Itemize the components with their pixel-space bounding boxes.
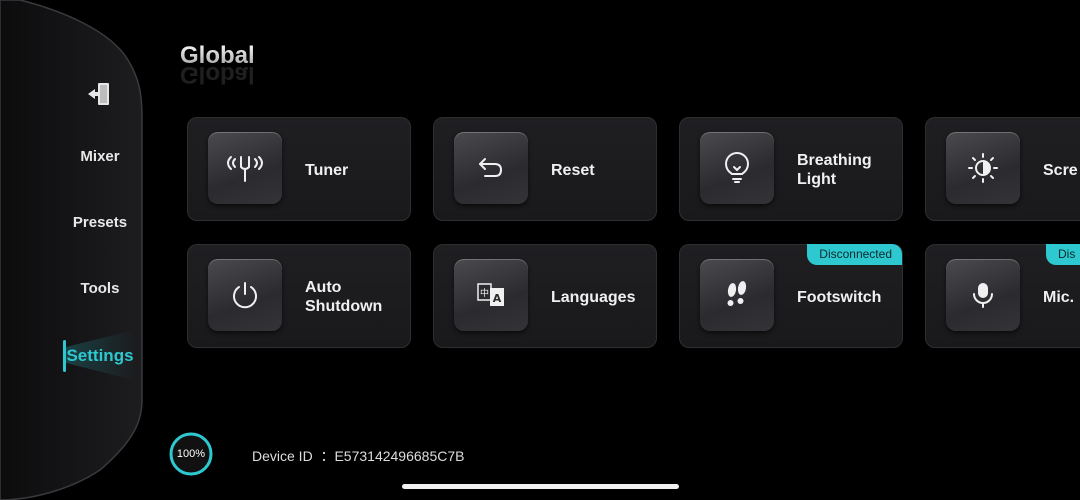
mic-card[interactable]: Mic. Dis [925,244,1080,348]
sidebar-item-mixer[interactable]: Mixer [40,148,160,165]
auto-shutdown-label: Auto Shutdown [305,279,383,315]
tuning-fork-icon [227,156,263,182]
settings-screen: Mixer Presets Tools Settings Global Glob… [0,0,1080,500]
reset-icon-box [454,132,528,204]
tuner-icon-box [208,132,282,204]
languages-card[interactable]: 中 A Languages [433,244,657,348]
home-indicator[interactable] [402,484,679,489]
footprints-icon [727,281,747,306]
breathing-light-icon-box [700,132,774,204]
reset-card[interactable]: Reset [433,117,657,221]
footswitch-card[interactable]: Footswitch Disconnected [679,244,903,348]
tuner-card[interactable]: Tuner [187,117,411,221]
breathing-light-label: Breathing Light [797,152,872,188]
mic-icon-box [946,259,1020,331]
auto-shutdown-card[interactable]: Auto Shutdown [187,244,411,348]
sidebar-item-settings[interactable]: Settings [40,346,160,366]
mic-disconnected-badge: Dis [1046,244,1080,265]
screen-light-card[interactable]: Scre Light [925,117,1080,221]
lightbulb-icon [724,152,750,183]
microphone-icon [973,283,993,308]
battery-percentage: 100% [176,448,206,460]
sidebar-item-presets[interactable]: Presets [40,214,160,231]
svg-text:A: A [493,292,502,305]
breathing-light-card[interactable]: Breathing Light [679,117,903,221]
reset-label: Reset [551,161,595,179]
sidebar: Mixer Presets Tools Settings [0,0,150,500]
translate-icon: 中 A [477,283,504,306]
page-title-reflection: Global [180,66,255,88]
languages-label: Languages [551,288,636,306]
screen-light-icon-box [946,132,1020,204]
sidebar-item-tools[interactable]: Tools [40,280,160,297]
languages-icon-box: 中 A [454,259,528,331]
disconnected-badge: Disconnected [807,244,902,265]
device-id: Device ID ：E573142496685C7B [252,446,464,466]
screen-light-label: Scre Light [1043,161,1080,179]
sidebar-background [0,0,143,500]
device-id-value: ：E573142496685C7B [320,448,465,464]
exit-door-icon[interactable] [86,80,114,108]
footswitch-icon-box [700,259,774,331]
tuner-label: Tuner [305,161,349,179]
undo-arrow-icon [479,158,502,177]
svg-text:中: 中 [480,287,489,299]
brightness-icon [968,153,998,183]
device-id-label: Device ID [252,448,313,464]
power-icon [233,282,257,309]
auto-shutdown-icon-box [208,259,282,331]
